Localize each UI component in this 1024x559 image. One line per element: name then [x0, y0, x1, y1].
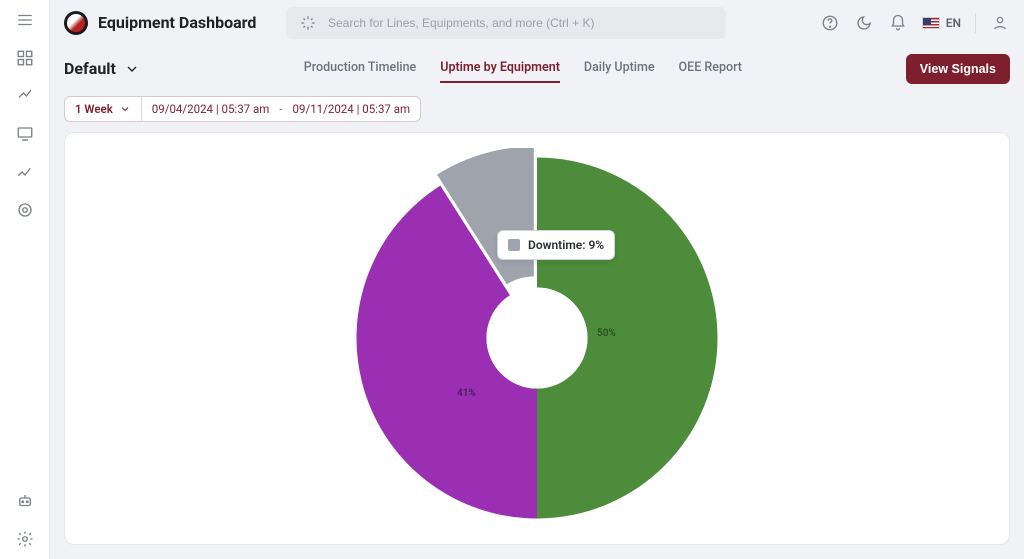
share-icon[interactable] — [15, 86, 35, 106]
main-area: Equipment Dashboard EN — [50, 0, 1024, 559]
filter-bar: 1 Week 09/04/2024 | 05:37 am - 09/11/202… — [50, 92, 1024, 132]
robot-icon[interactable] — [15, 491, 35, 511]
global-search[interactable] — [286, 7, 726, 39]
date-range-display[interactable]: 09/04/2024 | 05:37 am - 09/11/2024 | 05:… — [142, 97, 420, 121]
chevron-down-icon — [124, 61, 140, 77]
language-code: EN — [946, 16, 961, 30]
period-selector[interactable]: 1 Week — [65, 97, 142, 121]
alerts-icon[interactable] — [15, 200, 35, 220]
tooltip-label: Downtime: 9% — [528, 238, 604, 252]
view-signals-button[interactable]: View Signals — [906, 54, 1010, 84]
brand: Equipment Dashboard — [64, 11, 274, 35]
page-title: Equipment Dashboard — [98, 13, 256, 32]
left-nav-rail — [0, 0, 50, 559]
notification-icon[interactable] — [888, 13, 908, 33]
user-icon[interactable] — [990, 13, 1010, 33]
chevron-down-icon — [119, 103, 131, 115]
view-selector-label: Default — [64, 59, 116, 78]
tab-uptime-by-equipment[interactable]: Uptime by Equipment — [440, 54, 560, 83]
date-from: 09/04/2024 | 05:37 am — [152, 102, 270, 116]
brand-logo-icon — [64, 11, 88, 35]
chart-tooltip: Downtime: 9% — [497, 230, 615, 260]
sub-header: Default Production Timeline Uptime by Eq… — [50, 46, 1024, 92]
tab-oee-report[interactable]: OEE Report — [679, 54, 742, 83]
period-label: 1 Week — [75, 102, 113, 116]
dashboard-icon[interactable] — [15, 48, 35, 68]
uptime-donut-chart[interactable]: 50% 41% Downtime: 9% — [347, 148, 727, 528]
search-input[interactable] — [328, 16, 714, 30]
date-to: 09/11/2024 | 05:37 am — [293, 102, 411, 116]
date-separator: - — [275, 102, 286, 116]
donut-svg — [347, 148, 727, 528]
divider — [975, 13, 976, 33]
monitor-icon[interactable] — [15, 124, 35, 144]
tabs: Production Timeline Uptime by Equipment … — [304, 54, 742, 83]
tooltip-swatch — [508, 239, 520, 251]
tab-daily-uptime[interactable]: Daily Uptime — [584, 54, 655, 83]
help-icon[interactable] — [820, 13, 840, 33]
view-selector[interactable]: Default — [64, 59, 140, 78]
sparkle-icon — [298, 13, 318, 33]
flag-us-icon — [922, 17, 940, 29]
trend-icon[interactable] — [15, 162, 35, 182]
date-range-chip: 1 Week 09/04/2024 | 05:37 am - 09/11/202… — [64, 96, 421, 122]
topbar-actions: EN — [820, 13, 1010, 33]
chart-card: 50% 41% Downtime: 9% — [64, 132, 1010, 546]
settings-icon[interactable] — [15, 529, 35, 549]
language-selector[interactable]: EN — [922, 16, 961, 30]
menu-icon[interactable] — [15, 10, 35, 30]
theme-icon[interactable] — [854, 13, 874, 33]
top-bar: Equipment Dashboard EN — [50, 0, 1024, 46]
donut-hole — [486, 288, 587, 389]
tab-production-timeline[interactable]: Production Timeline — [304, 54, 416, 83]
